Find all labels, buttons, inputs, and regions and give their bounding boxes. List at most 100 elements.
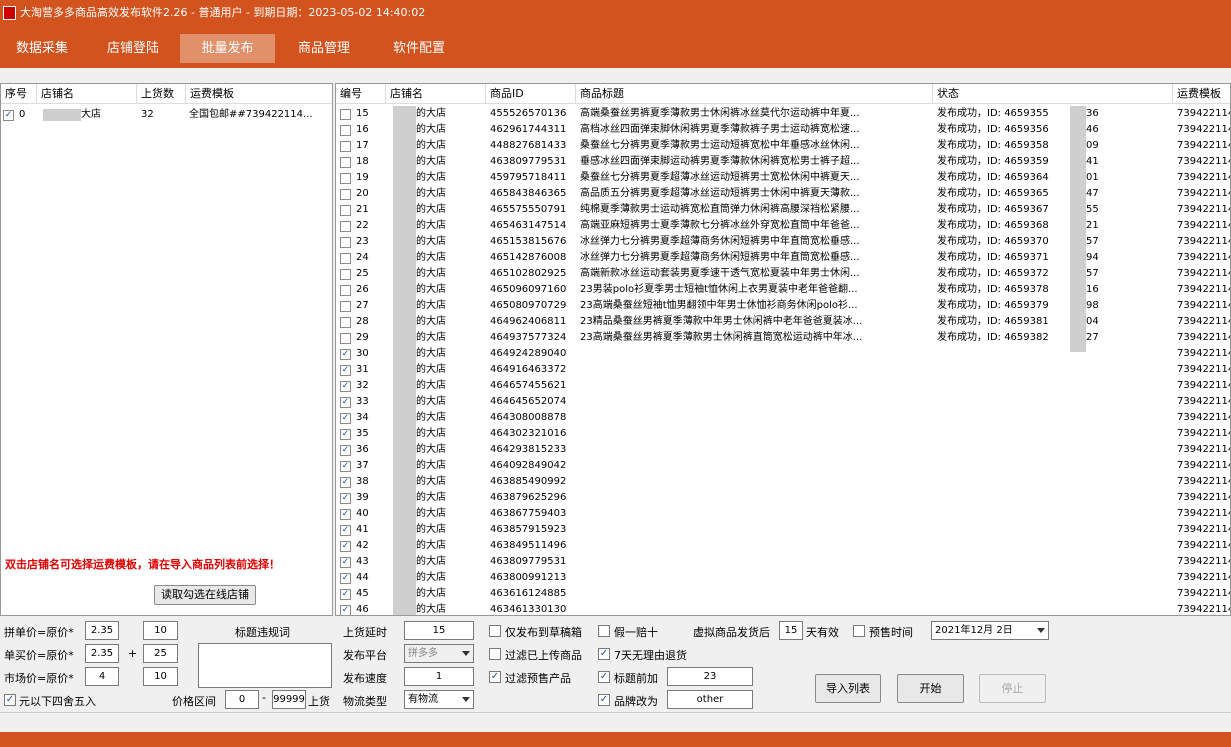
product-row-checkbox[interactable]: ✓ [340,397,351,408]
price-min-input[interactable]: 0 [225,690,259,709]
title-prefix-input[interactable]: 23 [667,667,753,686]
product-row-checkbox[interactable] [340,189,351,200]
product-row[interactable]: ✓ 38 的大店 463885490992 739422114 [336,474,1230,490]
start-button[interactable]: 开始 [897,674,964,703]
title-prefix-checkbox[interactable]: ✓ [598,671,610,683]
product-row-checkbox[interactable] [340,221,351,232]
title-words-textarea[interactable] [198,643,332,688]
product-row-checkbox[interactable]: ✓ [340,557,351,568]
product-row[interactable]: 28 的大店 464962406811 23精品桑蚕丝男裤夏季薄款中年男士休闲裤中老年… [336,314,1230,330]
product-row[interactable]: ✓ 35 的大店 464302321016 739422114 [336,426,1230,442]
col-product-id[interactable]: 商品ID [486,84,576,104]
product-row[interactable]: 26 的大店 465096097160 23男装polo衫夏季男士短袖t恤休闲上衣男夏… [336,282,1230,298]
product-row-checkbox[interactable] [340,285,351,296]
product-row[interactable]: ✓ 31 的大店 464916463372 739422114 [336,362,1230,378]
col-num[interactable]: 编号 [336,84,386,104]
read-shops-button[interactable]: 读取勾选在线店铺 [154,585,256,605]
market-price-add-input[interactable]: 10 [143,667,178,686]
tab-software-config[interactable]: 软件配置 [371,34,467,63]
product-row[interactable]: 27 的大店 465080970729 23高端桑蚕丝短袖t恤男翻领中年男士休恤衫商务… [336,298,1230,314]
col-shipping-template[interactable]: 运费模板 [1173,84,1230,104]
tab-product-manage[interactable]: 商品管理 [277,34,371,63]
product-row-checkbox[interactable]: ✓ [340,349,351,360]
pin-price-mult-input[interactable]: 2.35 [85,621,119,640]
product-row-checkbox[interactable] [340,237,351,248]
product-row-checkbox[interactable]: ✓ [340,461,351,472]
single-price-add-input[interactable]: 25 [143,644,178,663]
platform-select[interactable]: 拼多多 [404,644,474,663]
product-row[interactable]: 23 的大店 465153815676 冰丝弹力七分裤男夏季超薄商务休闲短裤男中年直筒… [336,234,1230,250]
product-row-checkbox[interactable]: ✓ [340,365,351,376]
tab-batch-publish[interactable]: 批量发布 [180,34,275,63]
presale-time-checkbox[interactable] [853,625,865,637]
shop-row[interactable]: ✓ 0 大店 32 全国包邮##739422114... [1,107,332,123]
product-row-checkbox[interactable]: ✓ [340,477,351,488]
product-row[interactable]: ✓ 36 的大店 464293815233 739422114 [336,442,1230,458]
product-row-checkbox[interactable]: ✓ [340,381,351,392]
pin-price-add-input[interactable]: 10 [143,621,178,640]
product-row-checkbox[interactable] [340,157,351,168]
brand-input[interactable]: other [667,690,753,709]
product-row-checkbox[interactable] [340,125,351,136]
delay-input[interactable]: 15 [404,621,474,640]
product-row[interactable]: ✓ 43 的大店 463809779531 739422114 [336,554,1230,570]
product-row[interactable]: ✓ 40 的大店 463867759403 739422114 [336,506,1230,522]
product-row-checkbox[interactable] [340,173,351,184]
round-checkbox[interactable]: ✓ [4,694,16,706]
shop-row-checkbox[interactable]: ✓ [3,110,14,121]
product-row[interactable]: 21 的大店 465575550791 纯棉夏季薄款男士运动裤宽松直筒弹力休闲裤高腰深… [336,202,1230,218]
product-row-checkbox[interactable] [340,269,351,280]
product-row[interactable]: 22 的大店 465463147514 高端亚麻短裤男士夏季薄款七分裤冰丝外穿宽松直筒… [336,218,1230,234]
brand-checkbox[interactable]: ✓ [598,694,610,706]
product-row-checkbox[interactable]: ✓ [340,589,351,600]
product-row[interactable]: ✓ 37 的大店 464092849042 739422114 [336,458,1230,474]
product-row-checkbox[interactable]: ✓ [340,605,351,615]
product-row-checkbox[interactable]: ✓ [340,573,351,584]
shop-row-name[interactable]: 大店 [81,107,135,123]
market-price-mult-input[interactable]: 4 [85,667,119,686]
product-row[interactable]: ✓ 32 的大店 464657455621 739422114 [336,378,1230,394]
product-row[interactable]: 19 的大店 459795718411 桑蚕丝七分裤男夏季超薄冰丝运动短裤男士宽松休闲… [336,170,1230,186]
product-row-checkbox[interactable] [340,141,351,152]
product-row-checkbox[interactable] [340,333,351,344]
logistics-select[interactable]: 有物流 [404,690,474,709]
product-row-checkbox[interactable]: ✓ [340,429,351,440]
product-row[interactable]: ✓ 39 的大店 463879625296 739422114 [336,490,1230,506]
shop-row-template[interactable]: 全国包邮##739422114... [189,107,329,123]
product-row[interactable]: 15 的大店 455526570136 高端桑蚕丝男裤夏季薄款男士休闲裤冰丝莫代尔运动… [336,106,1230,122]
product-row[interactable]: ✓ 33 的大店 464645652074 739422114 [336,394,1230,410]
tab-data-collect[interactable]: 数据采集 [0,34,84,63]
col-template[interactable]: 运费模板 [186,84,332,104]
product-row-checkbox[interactable]: ✓ [340,541,351,552]
product-row-checkbox[interactable] [340,301,351,312]
tab-shop-login[interactable]: 店铺登陆 [86,34,180,63]
product-row-checkbox[interactable]: ✓ [340,493,351,504]
filter-presale-checkbox[interactable]: ✓ [489,671,501,683]
fake-checkbox[interactable] [598,625,610,637]
product-row[interactable]: ✓ 30 的大店 464924289040 739422114 [336,346,1230,362]
product-row-checkbox[interactable]: ✓ [340,445,351,456]
product-row[interactable]: 16 的大店 462961744311 高档冰丝四面弹束脚休闲裤男夏季薄款裤子男士运动… [336,122,1230,138]
product-row-checkbox[interactable] [340,253,351,264]
col-shop[interactable]: 店铺名 [37,84,137,104]
product-row[interactable]: 18 的大店 463809779531 垂感冰丝四面弹束脚运动裤男夏季薄款休闲裤宽松男… [336,154,1230,170]
stop-button[interactable]: 停止 [979,674,1046,703]
presale-date-picker[interactable]: 2021年12月 2日 [931,621,1049,640]
product-row-checkbox[interactable]: ✓ [340,525,351,536]
import-list-button[interactable]: 导入列表 [815,674,881,703]
product-row-checkbox[interactable] [340,109,351,120]
product-row[interactable]: ✓ 45 的大店 463616124885 739422114 [336,586,1230,602]
col-product-title[interactable]: 商品标题 [576,84,933,104]
speed-input[interactable]: 1 [404,667,474,686]
virtual-days-input[interactable]: 15 [779,621,803,640]
price-max-input[interactable]: 99999 [272,690,306,709]
product-row-checkbox[interactable]: ✓ [340,509,351,520]
product-row[interactable]: 29 的大店 464937577324 23高端桑蚕丝男裤夏季薄款男士休闲裤直筒宽松运… [336,330,1230,346]
product-row[interactable]: 20 的大店 465843846365 高品质五分裤男夏季超薄冰丝运动短裤男士休闲中裤… [336,186,1230,202]
product-row[interactable]: 17 的大店 448827681433 桑蚕丝七分裤男夏季薄款男士运动短裤宽松中年垂感… [336,138,1230,154]
product-row-checkbox[interactable] [340,205,351,216]
filter-uploaded-checkbox[interactable] [489,648,501,660]
col-count[interactable]: 上货数 [137,84,186,104]
product-row-checkbox[interactable] [340,317,351,328]
col-shop-name[interactable]: 店铺名 [386,84,486,104]
